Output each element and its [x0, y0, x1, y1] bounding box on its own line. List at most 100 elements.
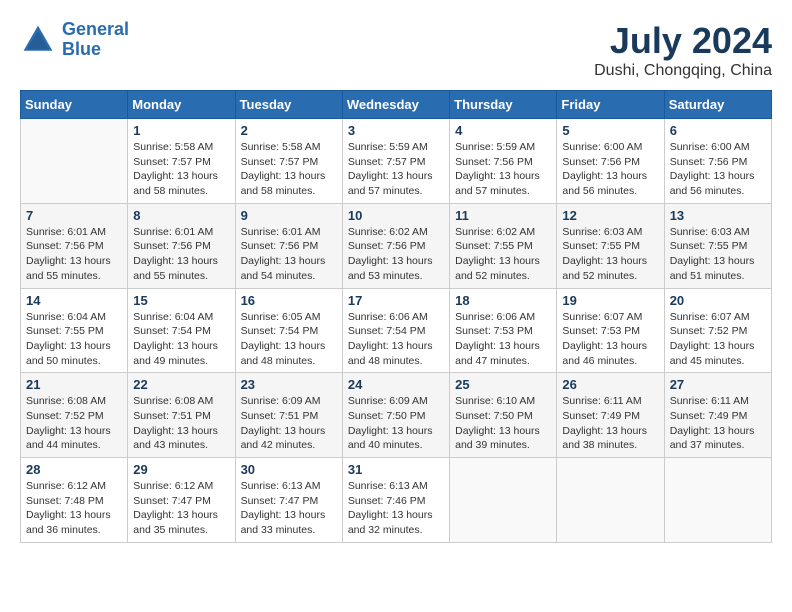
calendar-cell: 17 Sunrise: 6:06 AM Sunset: 7:54 PM Dayli…: [342, 288, 449, 373]
calendar-week-row: 1 Sunrise: 5:58 AM Sunset: 7:57 PM Daylig…: [21, 119, 772, 204]
calendar-week-row: 28Sunrise: 6:12 AM Sunset: 7:48 PM Dayli…: [21, 458, 772, 543]
day-info: Sunrise: 6:04 AM Sunset: 7:54 PM Dayligh…: [133, 310, 229, 369]
day-info: Sunrise: 6:09 AM Sunset: 7:51 PM Dayligh…: [241, 394, 337, 453]
calendar-cell: 19 Sunrise: 6:07 AM Sunset: 7:53 PM Dayli…: [557, 288, 664, 373]
day-info: Sunrise: 6:09 AM Sunset: 7:50 PM Dayligh…: [348, 394, 444, 453]
calendar-cell: [664, 458, 771, 543]
calendar-cell: 10 Sunrise: 6:02 AM Sunset: 7:56 PM Dayli…: [342, 203, 449, 288]
day-number: 7: [26, 208, 122, 223]
calendar-cell: 13 Sunrise: 6:03 AM Sunset: 7:55 PM Dayli…: [664, 203, 771, 288]
weekday-header-thursday: Thursday: [450, 91, 557, 119]
day-info: Sunrise: 5:59 AM Sunset: 7:56 PM Dayligh…: [455, 140, 551, 199]
day-info: Sunrise: 6:08 AM Sunset: 7:51 PM Dayligh…: [133, 394, 229, 453]
logo-icon: [20, 22, 56, 58]
day-number: 2: [241, 123, 337, 138]
day-number: 17: [348, 293, 444, 308]
calendar-week-row: 21Sunrise: 6:08 AM Sunset: 7:52 PM Dayli…: [21, 373, 772, 458]
day-info: Sunrise: 6:07 AM Sunset: 7:53 PM Dayligh…: [562, 310, 658, 369]
day-number: 11: [455, 208, 551, 223]
calendar-week-row: 7 Sunrise: 6:01 AM Sunset: 7:56 PM Daylig…: [21, 203, 772, 288]
day-info: Sunrise: 6:01 AM Sunset: 7:56 PM Dayligh…: [133, 225, 229, 284]
calendar-cell: 4 Sunrise: 5:59 AM Sunset: 7:56 PM Daylig…: [450, 119, 557, 204]
day-info: Sunrise: 6:10 AM Sunset: 7:50 PM Dayligh…: [455, 394, 551, 453]
calendar-cell: 3 Sunrise: 5:59 AM Sunset: 7:57 PM Daylig…: [342, 119, 449, 204]
day-number: 14: [26, 293, 122, 308]
weekday-header-wednesday: Wednesday: [342, 91, 449, 119]
page-header: General Blue July 2024 Dushi, Chongqing,…: [20, 20, 772, 80]
day-number: 8: [133, 208, 229, 223]
location: Dushi, Chongqing, China: [594, 62, 772, 80]
weekday-header-row: SundayMondayTuesdayWednesdayThursdayFrid…: [21, 91, 772, 119]
day-number: 3: [348, 123, 444, 138]
weekday-header-saturday: Saturday: [664, 91, 771, 119]
day-number: 16: [241, 293, 337, 308]
calendar-cell: 5Sunrise: 6:00 AM Sunset: 7:56 PM Daylig…: [557, 119, 664, 204]
day-number: 12: [562, 208, 658, 223]
day-number: 10: [348, 208, 444, 223]
weekday-header-friday: Friday: [557, 91, 664, 119]
day-number: 19: [562, 293, 658, 308]
calendar-cell: 9 Sunrise: 6:01 AM Sunset: 7:56 PM Daylig…: [235, 203, 342, 288]
day-number: 22: [133, 377, 229, 392]
day-info: Sunrise: 6:00 AM Sunset: 7:56 PM Dayligh…: [670, 140, 766, 199]
day-info: Sunrise: 6:13 AM Sunset: 7:46 PM Dayligh…: [348, 479, 444, 538]
calendar-cell: 22 Sunrise: 6:08 AM Sunset: 7:51 PM Dayli…: [128, 373, 235, 458]
day-info: Sunrise: 6:06 AM Sunset: 7:54 PM Dayligh…: [348, 310, 444, 369]
day-number: 20: [670, 293, 766, 308]
day-number: 13: [670, 208, 766, 223]
day-info: Sunrise: 6:13 AM Sunset: 7:47 PM Dayligh…: [241, 479, 337, 538]
day-number: 29: [133, 462, 229, 477]
day-info: Sunrise: 6:01 AM Sunset: 7:56 PM Dayligh…: [241, 225, 337, 284]
calendar-cell: [557, 458, 664, 543]
day-info: Sunrise: 5:58 AM Sunset: 7:57 PM Dayligh…: [133, 140, 229, 199]
calendar-week-row: 14Sunrise: 6:04 AM Sunset: 7:55 PM Dayli…: [21, 288, 772, 373]
day-number: 30: [241, 462, 337, 477]
weekday-header-monday: Monday: [128, 91, 235, 119]
logo-text: General Blue: [62, 20, 129, 60]
calendar-cell: 29 Sunrise: 6:12 AM Sunset: 7:47 PM Dayli…: [128, 458, 235, 543]
calendar-table: SundayMondayTuesdayWednesdayThursdayFrid…: [20, 90, 772, 543]
calendar-cell: 27 Sunrise: 6:11 AM Sunset: 7:49 PM Dayli…: [664, 373, 771, 458]
day-info: Sunrise: 5:58 AM Sunset: 7:57 PM Dayligh…: [241, 140, 337, 199]
day-number: 1: [133, 123, 229, 138]
calendar-cell: 15 Sunrise: 6:04 AM Sunset: 7:54 PM Dayli…: [128, 288, 235, 373]
day-number: 5: [562, 123, 658, 138]
day-number: 26: [562, 377, 658, 392]
day-number: 15: [133, 293, 229, 308]
day-number: 31: [348, 462, 444, 477]
day-info: Sunrise: 6:11 AM Sunset: 7:49 PM Dayligh…: [562, 394, 658, 453]
day-info: Sunrise: 6:12 AM Sunset: 7:48 PM Dayligh…: [26, 479, 122, 538]
day-number: 27: [670, 377, 766, 392]
day-number: 9: [241, 208, 337, 223]
calendar-cell: 21Sunrise: 6:08 AM Sunset: 7:52 PM Dayli…: [21, 373, 128, 458]
calendar-cell: 28Sunrise: 6:12 AM Sunset: 7:48 PM Dayli…: [21, 458, 128, 543]
day-number: 18: [455, 293, 551, 308]
day-info: Sunrise: 6:07 AM Sunset: 7:52 PM Dayligh…: [670, 310, 766, 369]
day-info: Sunrise: 6:12 AM Sunset: 7:47 PM Dayligh…: [133, 479, 229, 538]
calendar-cell: 14Sunrise: 6:04 AM Sunset: 7:55 PM Dayli…: [21, 288, 128, 373]
calendar-cell: 11 Sunrise: 6:02 AM Sunset: 7:55 PM Dayli…: [450, 203, 557, 288]
day-info: Sunrise: 6:11 AM Sunset: 7:49 PM Dayligh…: [670, 394, 766, 453]
calendar-cell: 18Sunrise: 6:06 AM Sunset: 7:53 PM Dayli…: [450, 288, 557, 373]
weekday-header-tuesday: Tuesday: [235, 91, 342, 119]
weekday-header-sunday: Sunday: [21, 91, 128, 119]
day-info: Sunrise: 6:01 AM Sunset: 7:56 PM Dayligh…: [26, 225, 122, 284]
day-info: Sunrise: 6:02 AM Sunset: 7:56 PM Dayligh…: [348, 225, 444, 284]
title-block: July 2024 Dushi, Chongqing, China: [594, 20, 772, 80]
calendar-cell: 26 Sunrise: 6:11 AM Sunset: 7:49 PM Dayli…: [557, 373, 664, 458]
calendar-cell: 1 Sunrise: 5:58 AM Sunset: 7:57 PM Daylig…: [128, 119, 235, 204]
calendar-cell: 31 Sunrise: 6:13 AM Sunset: 7:46 PM Dayli…: [342, 458, 449, 543]
day-number: 4: [455, 123, 551, 138]
calendar-cell: 25 Sunrise: 6:10 AM Sunset: 7:50 PM Dayli…: [450, 373, 557, 458]
day-number: 25: [455, 377, 551, 392]
logo: General Blue: [20, 20, 129, 60]
day-info: Sunrise: 6:03 AM Sunset: 7:55 PM Dayligh…: [562, 225, 658, 284]
day-info: Sunrise: 6:02 AM Sunset: 7:55 PM Dayligh…: [455, 225, 551, 284]
calendar-cell: 23Sunrise: 6:09 AM Sunset: 7:51 PM Dayli…: [235, 373, 342, 458]
day-info: Sunrise: 6:03 AM Sunset: 7:55 PM Dayligh…: [670, 225, 766, 284]
calendar-cell: 24 Sunrise: 6:09 AM Sunset: 7:50 PM Dayli…: [342, 373, 449, 458]
day-info: Sunrise: 6:05 AM Sunset: 7:54 PM Dayligh…: [241, 310, 337, 369]
calendar-cell: 8 Sunrise: 6:01 AM Sunset: 7:56 PM Daylig…: [128, 203, 235, 288]
day-info: Sunrise: 5:59 AM Sunset: 7:57 PM Dayligh…: [348, 140, 444, 199]
day-number: 24: [348, 377, 444, 392]
